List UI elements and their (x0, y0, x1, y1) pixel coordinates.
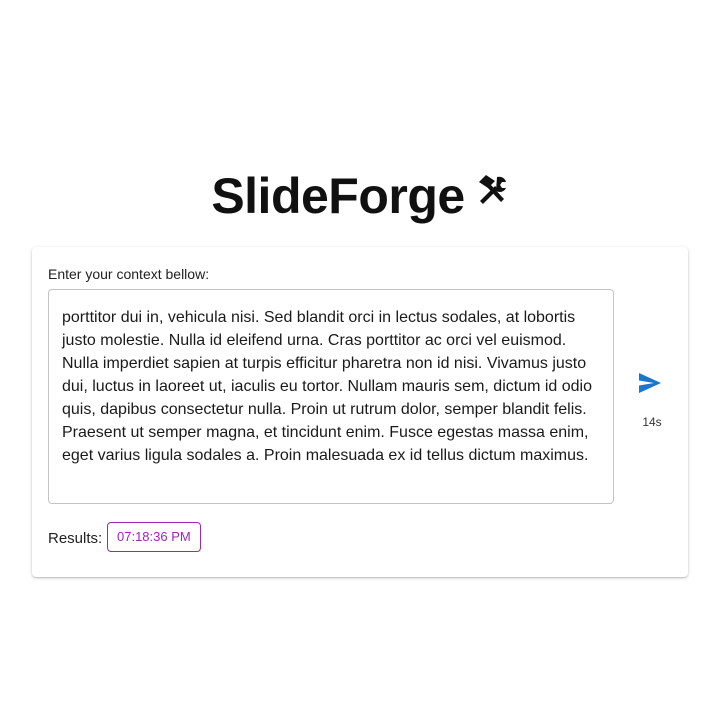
send-icon (639, 373, 661, 393)
page: SlideForge Enter your context bellow: po… (0, 0, 720, 720)
context-text-value: porttitor dui in, vehicula nisi. Sed bla… (62, 309, 593, 464)
context-form-card: Enter your context bellow: porttitor dui… (32, 247, 688, 577)
app-title: SlideForge (211, 168, 465, 224)
elapsed-time: 14s (642, 415, 662, 429)
context-prompt-label: Enter your context bellow: (48, 266, 210, 282)
hammer-and-wrench-icon (475, 158, 509, 204)
send-button[interactable] (638, 372, 666, 396)
app-header: SlideForge (0, 158, 720, 228)
context-textarea[interactable]: porttitor dui in, vehicula nisi. Sed bla… (48, 289, 614, 504)
result-item-button[interactable]: 07:18:36 PM (107, 522, 201, 552)
results-label: Results: (48, 530, 103, 547)
